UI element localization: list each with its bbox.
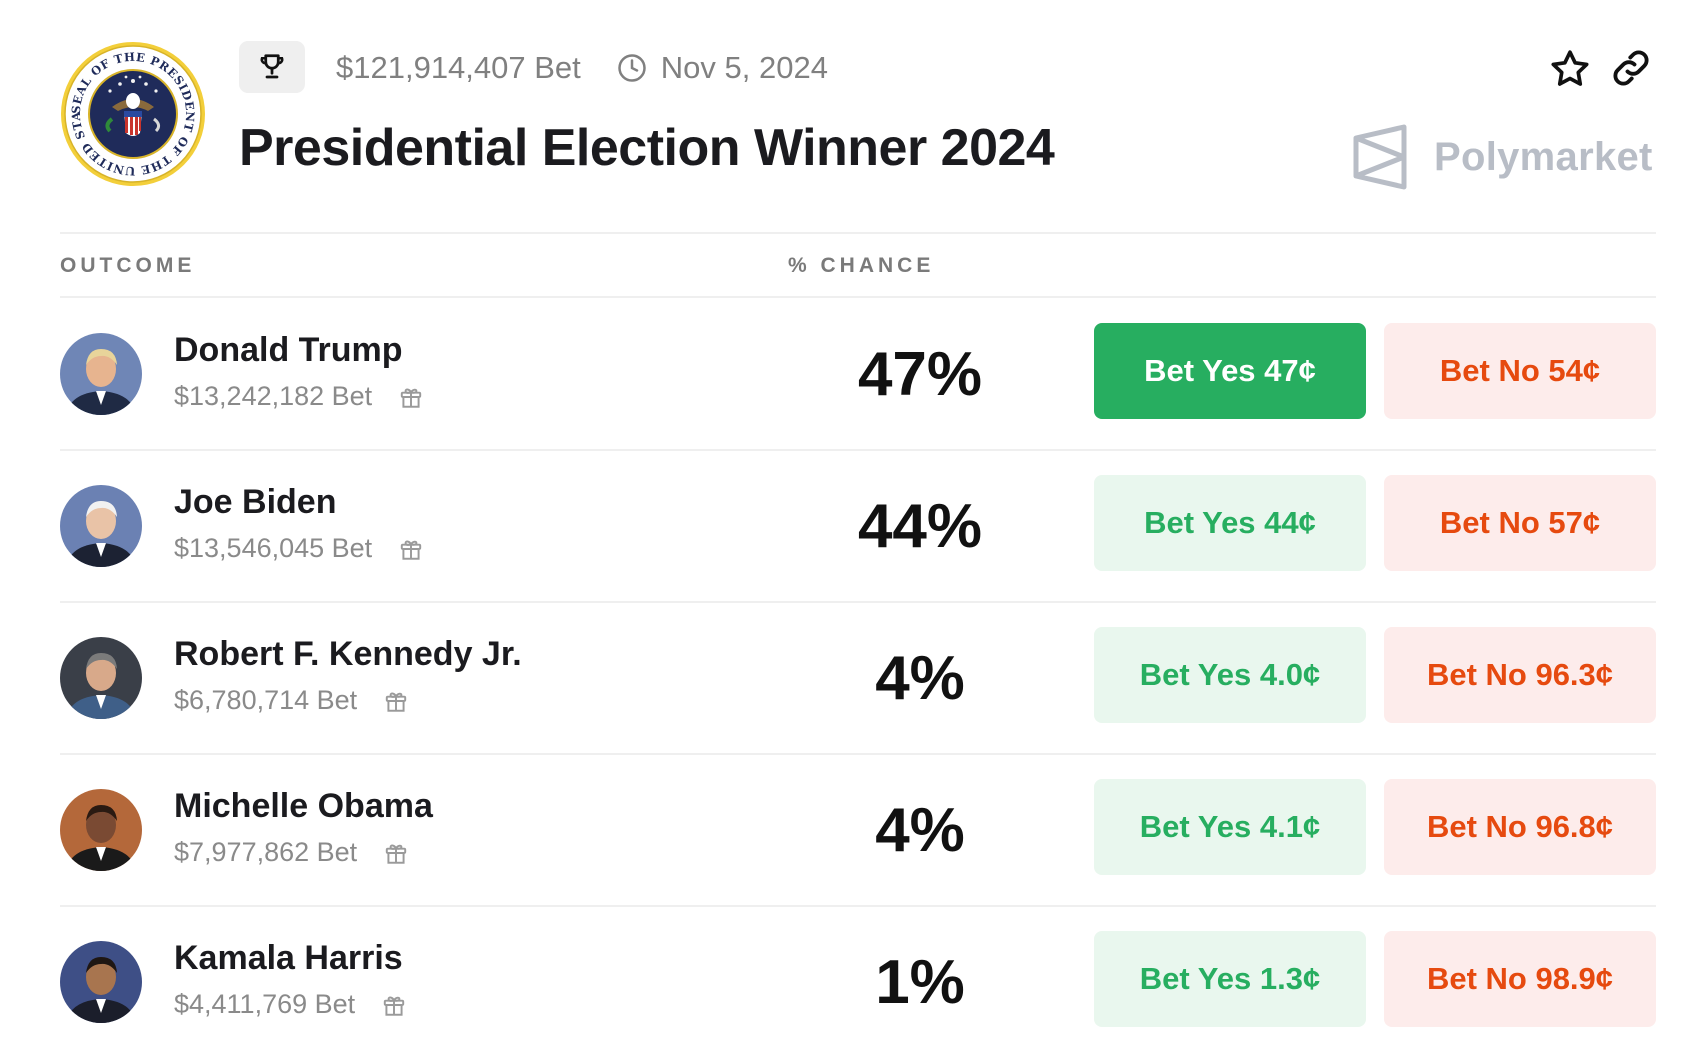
market-card: SEAL OF THE PRESIDENT OF THE UNITED STAT… [0, 0, 1690, 1056]
market-meta: $121,914,407 Bet Nov 5, 2024 [336, 46, 828, 90]
page-title: Presidential Election Winner 2024 [239, 119, 1055, 177]
bet-yes-button[interactable]: Bet Yes 1.3¢ [1094, 931, 1366, 1027]
candidate-volume-line: $6,780,714 Bet [174, 685, 409, 716]
candidate-name[interactable]: Robert F. Kennedy Jr. [174, 635, 522, 674]
chance-percent: 44% [857, 492, 983, 561]
bet-no-button[interactable]: Bet No 98.9¢ [1384, 931, 1656, 1027]
candidate-volume: $13,242,182 Bet [174, 381, 373, 411]
divider [60, 232, 1656, 234]
chance-percent: 47% [857, 340, 983, 409]
bet-no-button[interactable]: Bet No 96.8¢ [1384, 779, 1656, 875]
column-header-outcome: OUTCOME [60, 254, 196, 277]
candidate-volume-line: $7,977,862 Bet [174, 837, 409, 868]
clock-icon [618, 54, 646, 82]
trophy-badge [239, 41, 305, 93]
candidate-avatar [60, 485, 142, 567]
candidate-volume: $6,780,714 Bet [174, 685, 358, 715]
candidate-volume: $4,411,769 Bet [174, 989, 356, 1019]
star-icon[interactable] [1548, 47, 1592, 91]
brand-name: Polymarket [1434, 134, 1653, 179]
total-volume: $121,914,407 Bet [336, 50, 581, 85]
gift-icon[interactable] [398, 384, 424, 410]
link-icon[interactable] [1610, 47, 1652, 89]
presidential-seal-icon: SEAL OF THE PRESIDENT OF THE UNITED STAT… [60, 41, 205, 186]
candidate-volume: $7,977,862 Bet [174, 837, 358, 867]
trophy-icon [260, 54, 284, 79]
bet-yes-button[interactable]: Bet Yes 44¢ [1094, 475, 1366, 571]
candidate-avatar [60, 637, 142, 719]
bet-no-button[interactable]: Bet No 54¢ [1384, 323, 1656, 419]
brand: Polymarket [1352, 124, 1653, 190]
outcome-row[interactable]: Donald Trump $13,242,182 Bet 47% Bet Yes 47… [60, 299, 1656, 451]
candidate-volume-line: $4,411,769 Bet [174, 989, 407, 1020]
gift-icon[interactable] [398, 536, 424, 562]
outcome-row[interactable]: Kamala Harris $4,411,769 Bet 1% Bet Yes 1.3… [60, 907, 1656, 1059]
outcome-row[interactable]: Robert F. Kennedy Jr. $6,780,714 Bet 4% Bet… [60, 603, 1656, 755]
candidate-volume-line: $13,546,045 Bet [174, 533, 424, 564]
chance-percent: 4% [875, 796, 965, 865]
bet-no-button[interactable]: Bet No 96.3¢ [1384, 627, 1656, 723]
chance-percent: 4% [875, 644, 965, 713]
bet-yes-button[interactable]: Bet Yes 4.1¢ [1094, 779, 1366, 875]
column-header-chance: % CHANCE [788, 254, 935, 277]
candidate-volume: $13,546,045 Bet [174, 533, 373, 563]
outcome-row[interactable]: Michelle Obama $7,977,862 Bet 4% Bet Yes 4.… [60, 755, 1656, 907]
gift-icon[interactable] [383, 688, 409, 714]
candidate-avatar [60, 333, 142, 415]
candidate-name[interactable]: Donald Trump [174, 331, 403, 370]
gift-icon[interactable] [381, 992, 407, 1018]
bet-no-button[interactable]: Bet No 57¢ [1384, 475, 1656, 571]
polymarket-logo-icon [1353, 124, 1407, 190]
candidate-name[interactable]: Michelle Obama [174, 787, 433, 826]
end-date: Nov 5, 2024 [660, 50, 828, 85]
outcome-row[interactable]: Joe Biden $13,546,045 Bet 44% Bet Yes 44¢ Be… [60, 451, 1656, 603]
candidate-name[interactable]: Joe Biden [174, 483, 336, 522]
gift-icon[interactable] [383, 840, 409, 866]
chance-percent: 1% [875, 948, 965, 1017]
candidate-name[interactable]: Kamala Harris [174, 939, 403, 978]
divider [60, 296, 1656, 298]
candidate-avatar [60, 941, 142, 1023]
candidate-avatar [60, 789, 142, 871]
candidate-volume-line: $13,242,182 Bet [174, 381, 424, 412]
bet-yes-button[interactable]: Bet Yes 47¢ [1094, 323, 1366, 419]
bet-yes-button[interactable]: Bet Yes 4.0¢ [1094, 627, 1366, 723]
